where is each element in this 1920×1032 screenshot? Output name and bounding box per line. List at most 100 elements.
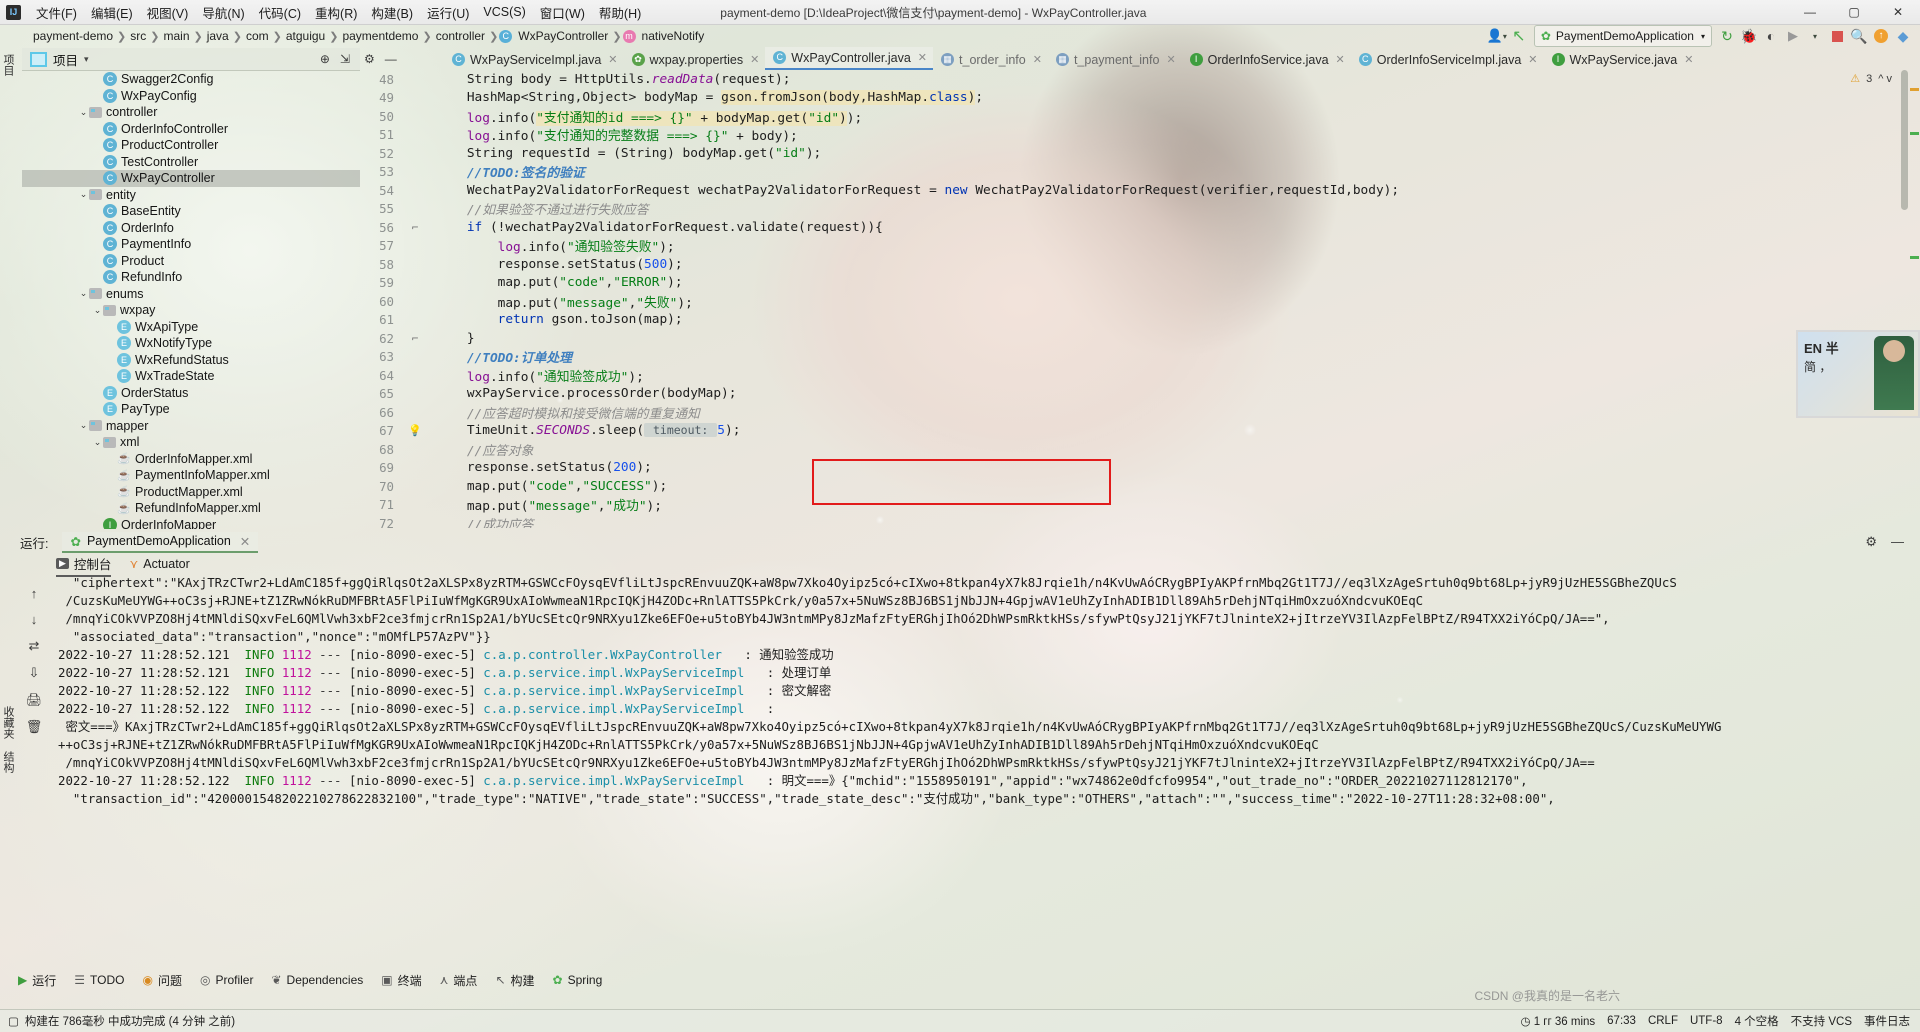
editor-marker-gutter[interactable] — [1908, 70, 1920, 528]
tree-node-productmapper-xml[interactable]: ☕ ProductMapper.xml — [22, 484, 360, 501]
menu-view[interactable]: 视图(V) — [140, 1, 196, 24]
chevron-down-icon[interactable]: ⌄ — [92, 305, 103, 316]
breadcrumb-atguigu[interactable]: atguigu — [283, 29, 328, 43]
tree-node-controller[interactable]: ⌄ controller — [22, 104, 360, 121]
code-fold-icon[interactable]: ⌐ — [402, 332, 428, 345]
intention-bulb-icon[interactable]: 💡 — [402, 424, 428, 437]
tree-node-wxnotifytype[interactable]: E WxNotifyType — [22, 335, 360, 352]
tree-node-wxpay[interactable]: ⌄ wxpay — [22, 302, 360, 319]
indent-setting[interactable]: 4 个空格 — [1735, 1013, 1779, 1029]
tree-node-refundinfo[interactable]: C RefundInfo — [22, 269, 360, 286]
rerun-icon[interactable]: ↻ — [1716, 26, 1738, 46]
soft-wrap-icon[interactable]: ⇄ — [29, 638, 40, 654]
code-line[interactable]: 62 ⌐ } — [360, 329, 1920, 348]
breadcrumb-controller[interactable]: controller — [433, 29, 488, 43]
code-line[interactable]: 49 HashMap<String,Object> bodyMap = gson… — [360, 89, 1920, 108]
tree-node-productcontroller[interactable]: C ProductController — [22, 137, 360, 154]
window-minimize-button[interactable]: — — [1788, 1, 1832, 24]
code-line[interactable]: 59 map.put("code","ERROR"); — [360, 274, 1920, 293]
scroll-down-icon[interactable]: ↓ — [31, 612, 38, 627]
menu-window[interactable]: 窗口(W) — [533, 1, 592, 24]
close-icon[interactable]: ✕ — [1528, 53, 1537, 66]
scroll-up-icon[interactable]: ↑ — [31, 586, 38, 601]
chevron-down-icon[interactable]: ⌄ — [78, 189, 89, 200]
bottom-tool-endpoints[interactable]: ⋏ 端点 — [440, 972, 478, 989]
code-line[interactable]: 54 WechatPay2ValidatorForRequest wechatP… — [360, 181, 1920, 200]
code-line[interactable]: 56 ⌐ if (!wechatPay2ValidatorForRequest.v… — [360, 218, 1920, 237]
bottom-tool-run[interactable]: ▶ 运行 — [18, 972, 56, 989]
vcs-marker[interactable] — [1910, 256, 1919, 259]
code-line[interactable]: 72 //成功应答 — [360, 514, 1920, 528]
tree-node-paymentinfo[interactable]: C PaymentInfo — [22, 236, 360, 253]
tree-node-wxapitype[interactable]: E WxApiType — [22, 319, 360, 336]
bottom-tool-todo[interactable]: ☰ TODO — [74, 973, 124, 987]
breadcrumb-java[interactable]: java — [204, 29, 232, 43]
tab-orderinfoserviceimpl[interactable]: C OrderInfoServiceImpl.java ✕ — [1351, 49, 1544, 70]
stop-icon[interactable] — [1826, 26, 1848, 46]
tree-node-baseentity[interactable]: C BaseEntity — [22, 203, 360, 220]
tree-node-wxrefundstatus[interactable]: E WxRefundStatus — [22, 352, 360, 369]
project-tree[interactable]: C Swagger2Config C WxPayConfig ⌄ controller C O… — [22, 71, 360, 529]
bottom-tool-problems[interactable]: ◉ 问题 — [142, 972, 182, 989]
breadcrumb-payment-demo[interactable]: payment-demo — [30, 29, 116, 43]
tree-node-entity[interactable]: ⌄ entity — [22, 187, 360, 204]
code-fold-icon[interactable]: ⌐ — [402, 221, 428, 234]
tab-wxpayserviceimpl[interactable]: C WxPayServiceImpl.java ✕ — [444, 49, 624, 70]
tab-t-order-info[interactable]: ▦ t_order_info ✕ — [933, 49, 1048, 70]
code-line[interactable]: 63 //TODO:订单处理 — [360, 348, 1920, 366]
chevron-down-icon[interactable]: ⌄ — [92, 437, 103, 448]
menu-build[interactable]: 构建(B) — [364, 1, 420, 24]
close-icon[interactable]: ✕ — [1033, 53, 1042, 66]
close-icon[interactable]: ✕ — [1336, 53, 1345, 66]
tree-node-wxpayconfig[interactable]: C WxPayConfig — [22, 88, 360, 105]
bottom-tool-build[interactable]: ↖ 构建 — [495, 972, 534, 989]
code-line[interactable]: 65 wxPayService.processOrder(bodyMap); — [360, 385, 1920, 404]
breadcrumb-main[interactable]: main — [160, 29, 192, 43]
menu-navigate[interactable]: 导航(N) — [195, 1, 251, 24]
chevron-down-icon[interactable]: ⌄ — [78, 288, 89, 299]
tree-node-orderinfomapper[interactable]: I OrderInfoMapper — [22, 517, 360, 529]
tree-node-orderinfo[interactable]: C OrderInfo — [22, 220, 360, 237]
profile-dropdown-icon[interactable]: ▾ — [1804, 26, 1826, 46]
inspection-nav-icons[interactable]: ^ v — [1878, 73, 1892, 85]
menu-code[interactable]: 代码(C) — [252, 1, 308, 24]
tree-node-mapper[interactable]: ⌄ mapper — [22, 418, 360, 435]
chevron-down-icon[interactable]: ⌄ — [78, 107, 89, 118]
breadcrumb-wxpaycontroller[interactable]: WxPayController — [515, 29, 611, 43]
vcs-branch[interactable]: 不支持 VCS — [1791, 1013, 1852, 1029]
breadcrumb-src[interactable]: src — [127, 29, 149, 43]
code-line[interactable]: 50 log.info("支付通知的id ===> {}" + bodyMap.… — [360, 107, 1920, 126]
tree-node-paytype[interactable]: E PayType — [22, 401, 360, 418]
update-icon[interactable]: ↑ — [1870, 26, 1892, 46]
window-close-button[interactable]: ✕ — [1876, 1, 1920, 24]
collapse-all-icon[interactable]: ⇲ — [340, 52, 350, 66]
code-line[interactable]: 64 log.info("通知验签成功"); — [360, 366, 1920, 385]
bottom-tool-profiler[interactable]: ◎ Profiler — [200, 973, 254, 987]
close-icon[interactable]: ✕ — [240, 534, 250, 549]
tree-node-orderinfomapper-xml[interactable]: ☕ OrderInfoMapper.xml — [22, 451, 360, 468]
search-icon[interactable]: 🔍 — [1848, 26, 1870, 46]
debug-icon[interactable]: 🐞 — [1738, 26, 1760, 46]
code-editor[interactable]: 48 String body = HttpUtils.readData(requ… — [360, 70, 1920, 528]
memory-indicator[interactable]: ◷ 1 гг 36 mins — [1520, 1014, 1595, 1028]
chevron-down-icon[interactable]: ▾ — [84, 54, 89, 65]
run-configuration-selector[interactable]: ✿ PaymentDemoApplication ▾ — [1533, 25, 1712, 47]
code-line[interactable]: 52 String requestId = (String) bodyMap.g… — [360, 144, 1920, 163]
minimize-icon[interactable]: — — [1891, 534, 1904, 550]
code-line[interactable]: 55 //如果验签不通过进行失败应答 — [360, 200, 1920, 218]
tab-wxpayservice[interactable]: I WxPayService.java ✕ — [1544, 49, 1700, 70]
tree-node-paymentinfomapper-xml[interactable]: ☕ PaymentInfoMapper.xml — [22, 467, 360, 484]
menu-help[interactable]: 帮助(H) — [592, 1, 648, 24]
tree-node-swagger2config[interactable]: C Swagger2Config — [22, 71, 360, 88]
warning-marker[interactable] — [1910, 88, 1919, 91]
idea-product-icon[interactable]: ◆ — [1892, 26, 1914, 46]
code-line[interactable]: 68 //应答对象 — [360, 440, 1920, 459]
close-icon[interactable]: ✕ — [1166, 53, 1175, 66]
tab-orderinfoservice[interactable]: I OrderInfoService.java ✕ — [1182, 49, 1351, 70]
code-line[interactable]: 70 map.put("code","SUCCESS"); — [360, 477, 1920, 496]
user-icon[interactable]: 👤 ▾ — [1486, 26, 1508, 46]
tree-node-wxpaycontroller[interactable]: C WxPayController — [22, 170, 360, 187]
close-icon[interactable]: ✕ — [608, 53, 617, 66]
tab-wxpay-properties[interactable]: ✿ wxpay.properties ✕ — [624, 49, 766, 70]
breadcrumb-com[interactable]: com — [243, 29, 272, 43]
